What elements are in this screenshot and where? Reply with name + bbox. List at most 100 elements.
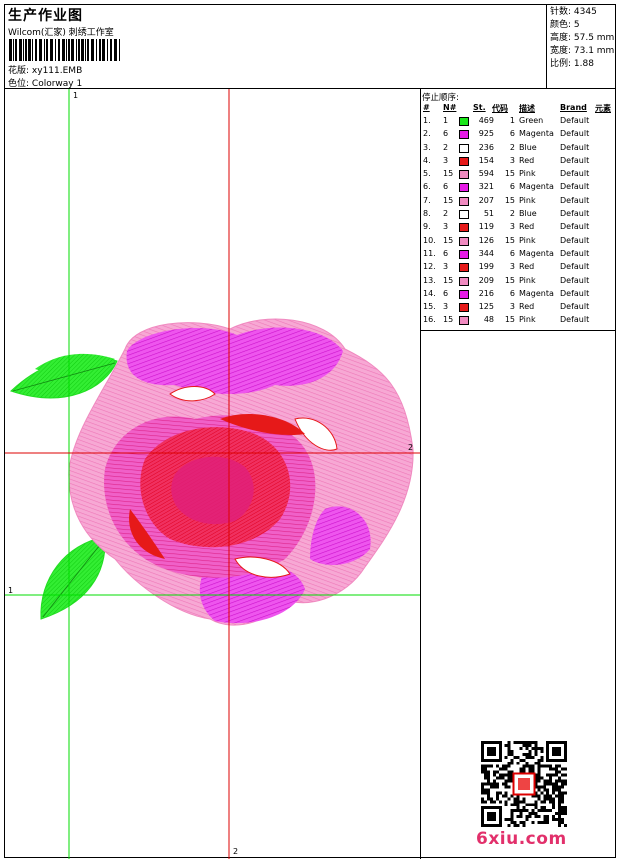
row-description: Magenta [519,248,554,258]
stat-height: 高度: 57.5 mm [550,33,615,43]
table-row: 16. 15 48 15 Pink Default [422,315,614,328]
col-element: 元素 [595,104,611,113]
rose-flower [68,318,414,626]
colorway: 色位: Colorway 1 [8,76,82,89]
row-brand: Default [560,288,590,298]
row-brand: Default [560,248,590,258]
colorway-label: 色位: [8,79,30,89]
color-swatch [459,156,469,166]
row-brand: Default [560,302,590,312]
table-row: 13. 15 209 15 Pink Default [422,276,614,289]
col-needle: N# [443,103,457,112]
row-description: Green [519,116,544,125]
row-description: Pink [519,169,536,179]
watermark-site: 6xiu.com [476,829,567,849]
row-needle: 2 [443,142,449,152]
panel-divider [421,330,615,331]
row-index: 15. [423,302,436,312]
table-row: 12. 3 199 3 Red Default [422,262,614,275]
row-description: Blue [519,142,537,152]
guide-label-red-right: 2 [408,443,414,452]
row-index: 14. [423,288,436,298]
row-index: 3. [423,142,431,152]
color-swatch [459,130,469,140]
table-row: 4. 3 154 3 Red Default [422,156,614,169]
color-swatch [459,143,469,153]
row-index: 5. [423,169,431,179]
table-row: 14. 6 216 6 Magenta Default [422,289,614,302]
header-info: 生产作业图 Wilcom(汇家) 刺绣工作室 花版: xy111.EMB 色位:… [5,5,547,89]
row-index: 12. [423,262,436,272]
col-stitches: St. [473,103,486,112]
row-needle: 6 [443,182,449,192]
row-index: 7. [423,195,431,205]
color-swatch [459,223,469,233]
row-stitches: 125 [478,302,494,312]
color-swatch [459,303,469,313]
design-stats: 针数: 4345 颜色: 5 高度: 57.5 mm 宽度: 73.1 mm 比… [550,6,614,71]
row-brand: Default [560,155,590,165]
company-name: Wilcom(汇家) 刺绣工作室 [8,28,114,38]
color-swatch [459,249,469,259]
row-brand: Default [560,142,590,152]
row-needle: 6 [443,248,449,258]
row-needle: 6 [443,129,449,139]
row-stitches: 48 [483,315,494,325]
row-needle: 6 [443,288,449,298]
color-swatch [459,263,469,273]
row-index: 1. [423,116,431,125]
color-swatch [459,210,469,220]
row-code: 15 [504,275,515,285]
stop-sequence-panel: 停止顺序: # N# St. 代码 描述 Brand 元素 1. 1 469 1 Gre… [421,89,615,859]
row-code: 15 [504,315,515,325]
row-needle: 15 [443,235,454,245]
row-needle: 2 [443,209,449,219]
row-brand: Default [560,209,590,219]
row-stitches: 154 [478,155,494,165]
row-code: 6 [509,248,515,258]
color-swatch [459,289,469,299]
page-title: 生产作业图 [8,8,83,24]
row-index: 16. [423,315,436,325]
row-index: 13. [423,275,436,285]
stat-stitches: 针数: 4345 [550,7,597,17]
row-stitches: 119 [478,222,494,232]
row-code: 2 [509,209,515,219]
row-index: 9. [423,222,431,232]
row-stitches: 594 [478,169,494,179]
row-description: Magenta [519,182,554,192]
table-row: 9. 3 119 3 Red Default [422,222,614,235]
row-brand: Default [560,222,590,232]
design-canvas: 1 1 2 2 [5,89,421,859]
header: 生产作业图 Wilcom(汇家) 刺绣工作室 花版: xy111.EMB 色位:… [5,5,615,89]
row-description: Pink [519,315,536,325]
col-brand: Brand [560,103,587,112]
row-description: Pink [519,275,536,285]
row-stitches: 344 [478,248,494,258]
row-needle: 15 [443,315,454,325]
row-code: 2 [509,142,515,152]
row-index: 8. [423,209,431,219]
row-brand: Default [560,262,590,272]
color-swatch [459,117,469,126]
table-row: 10. 15 126 15 Pink Default [422,236,614,249]
guide-label-green-left: 1 [8,586,14,595]
row-stitches: 209 [478,275,494,285]
table-row: 1. 1 469 1 Green Default [422,116,614,129]
row-stitches: 469 [478,116,494,125]
guide-label-green-top: 1 [73,91,79,100]
col-code: 代码 [492,104,508,113]
row-index: 4. [423,155,431,165]
row-description: Pink [519,195,536,205]
row-brand: Default [560,182,590,192]
col-description: 描述 [519,104,535,113]
color-swatch [459,196,469,206]
row-code: 15 [504,235,515,245]
row-description: Magenta [519,129,554,139]
row-needle: 3 [443,262,449,272]
row-code: 3 [509,262,515,272]
row-description: Red [519,302,535,312]
row-brand: Default [560,275,590,285]
barcode [9,39,120,61]
design-value: xy111.EMB [31,66,83,76]
